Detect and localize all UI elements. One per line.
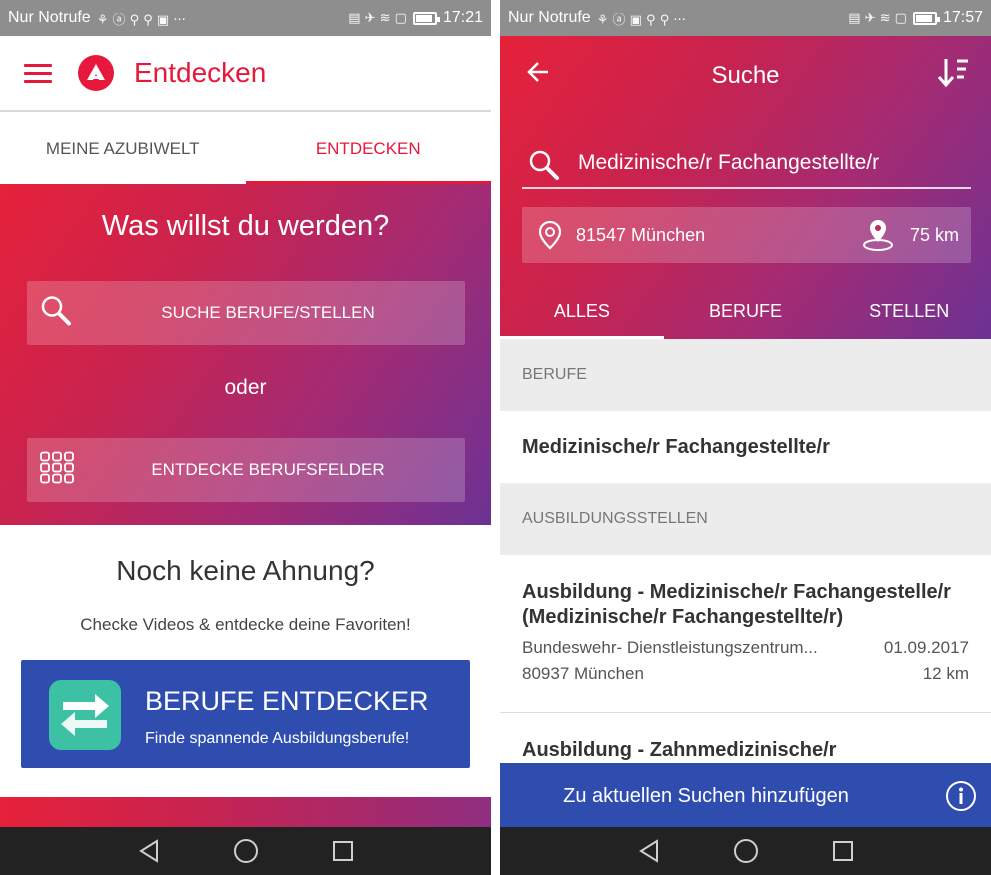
location-filter[interactable]: 81547 München 75 km xyxy=(522,207,971,263)
search-input-value: Medizinische/r Fachangestellte/r xyxy=(578,151,880,174)
section-header-berufe: BERUFE xyxy=(500,339,991,411)
hero-section: Was willst du werden? SUCHE BERUFE/STELL… xyxy=(0,184,491,525)
hero-title: Was willst du werden? xyxy=(101,210,390,242)
app-bar: Entdecken xyxy=(0,36,491,112)
radius-value: 75 km xyxy=(909,225,959,245)
listing-date: 01.09.2017 xyxy=(883,638,969,657)
page-title: Entdecken xyxy=(134,57,267,88)
job-listing[interactable]: Ausbildung - Medizinische/r Fachangestel… xyxy=(500,580,991,684)
carrier-label: Nur Notrufe xyxy=(8,9,91,26)
swap-arrows-icon xyxy=(49,680,121,750)
explore-fields-label: ENTDECKE BERUFSFELDER xyxy=(151,460,385,479)
search-jobs-button[interactable]: SUCHE BERUFE/STELLEN xyxy=(27,281,465,345)
home-nav-icon[interactable] xyxy=(726,831,766,871)
recents-nav-icon[interactable] xyxy=(323,831,363,871)
listing-place: 80937 München xyxy=(522,664,644,683)
back-nav-icon[interactable] xyxy=(129,831,169,871)
notification-icons: ⚘ ⓐ ⚲ ⚲ ▣ ··· xyxy=(96,12,186,28)
search-icon xyxy=(528,149,560,186)
tab-bar: MEINE AZUBIWELT ENTDECKEN xyxy=(0,114,491,184)
clock: 17:57 xyxy=(942,9,983,26)
battery-icon xyxy=(412,11,440,25)
home-nav-icon[interactable] xyxy=(226,831,266,871)
listing-title-line1: Ausbildung - Medizinische/r Fachangestel… xyxy=(522,581,951,603)
add-to-recent-searches-button[interactable]: Zu aktuellen Suchen hinzufügen xyxy=(500,763,991,829)
or-label: oder xyxy=(224,376,267,399)
cta-label: Zu aktuellen Suchen hinzufügen xyxy=(563,785,849,807)
tab-alles[interactable]: ALLES xyxy=(500,283,664,339)
hamburger-menu-icon[interactable] xyxy=(24,63,52,83)
berufe-entdecker-banner[interactable]: BERUFE ENTDECKER Finde spannende Ausbild… xyxy=(21,660,470,768)
radius-pin-icon[interactable] xyxy=(861,218,895,257)
beruf-list-item[interactable]: Medizinische/r Fachangestellte/r xyxy=(500,411,991,483)
job-listing[interactable]: Ausbildung - Zahnmedizinische/r xyxy=(500,738,991,763)
page-title: Suche xyxy=(711,62,780,89)
clock: 17:21 xyxy=(442,9,483,26)
info-icon[interactable] xyxy=(945,780,977,817)
search-icon xyxy=(39,294,73,333)
agentur-logo-icon xyxy=(78,55,114,91)
system-icons: ▤ ✈ ≋ ▢ xyxy=(848,10,907,26)
search-jobs-label: SUCHE BERUFE/STELLEN xyxy=(161,303,375,322)
explore-fields-button[interactable]: ENTDECKE BERUFSFELDER xyxy=(27,438,465,502)
system-icons: ▤ ✈ ≋ ▢ xyxy=(348,10,407,26)
sort-icon[interactable] xyxy=(937,56,969,95)
search-field[interactable]: Medizinische/r Fachangestellte/r xyxy=(522,141,971,189)
notification-icons: ⚘ ⓐ ▣ ⚲ ⚲ ··· xyxy=(596,12,686,28)
tab-berufe[interactable]: BERUFE xyxy=(664,283,828,339)
screen-gap xyxy=(491,0,500,875)
listing-employer: Bundeswehr- Dienstleistungszentrum... xyxy=(522,638,818,657)
tab-stellen[interactable]: STELLEN xyxy=(827,283,991,339)
listing-title-line2: (Medizinische/r Fachangestellte/r) xyxy=(522,606,844,628)
left-phone-screen: Nur Notrufe ⚘ ⓐ ⚲ ⚲ ▣ ··· ▤ ✈ ≋ ▢ 17:21 … xyxy=(0,0,491,875)
android-nav-bar xyxy=(0,827,491,875)
back-nav-icon[interactable] xyxy=(629,831,669,871)
tab-entdecken[interactable]: ENTDECKEN xyxy=(245,114,492,184)
list-divider xyxy=(500,712,991,713)
no-idea-subtitle: Checke Videos & entdecke deine Favoriten… xyxy=(80,615,411,634)
listing-title-line1: Ausbildung - Zahnmedizinische/r xyxy=(522,739,837,761)
section-header-stellen: AUSBILDUNGSSTELLEN xyxy=(500,483,991,555)
battery-icon xyxy=(912,11,940,25)
promo-title: BERUFE ENTDECKER xyxy=(145,686,429,716)
grid-icon xyxy=(39,451,75,490)
listing-distance: 12 km xyxy=(922,664,969,683)
status-bar: Nur Notrufe ⚘ ⓐ ▣ ⚲ ⚲ ··· ▤ ✈ ≋ ▢ 17:57 xyxy=(500,0,991,36)
recents-nav-icon[interactable] xyxy=(823,831,863,871)
next-card-strip xyxy=(0,797,491,829)
right-phone-screen: Nur Notrufe ⚘ ⓐ ▣ ⚲ ⚲ ··· ▤ ✈ ≋ ▢ 17:57 … xyxy=(500,0,991,875)
android-nav-bar xyxy=(500,827,991,875)
carrier-label: Nur Notrufe xyxy=(508,9,591,26)
no-idea-heading: Noch keine Ahnung? xyxy=(116,555,375,586)
promo-subtitle: Finde spannende Ausbildungsberufe! xyxy=(145,730,410,747)
result-tabs: ALLES BERUFE STELLEN xyxy=(500,283,991,339)
status-bar: Nur Notrufe ⚘ ⓐ ⚲ ⚲ ▣ ··· ▤ ✈ ≋ ▢ 17:21 xyxy=(0,0,491,36)
location-pin-icon xyxy=(538,220,562,255)
search-header: Suche Medizinische/r Fachangestellte/r 8… xyxy=(500,36,991,339)
location-value: 81547 München xyxy=(576,225,706,245)
tab-meine-azubiwelt[interactable]: MEINE AZUBIWELT xyxy=(0,114,246,184)
